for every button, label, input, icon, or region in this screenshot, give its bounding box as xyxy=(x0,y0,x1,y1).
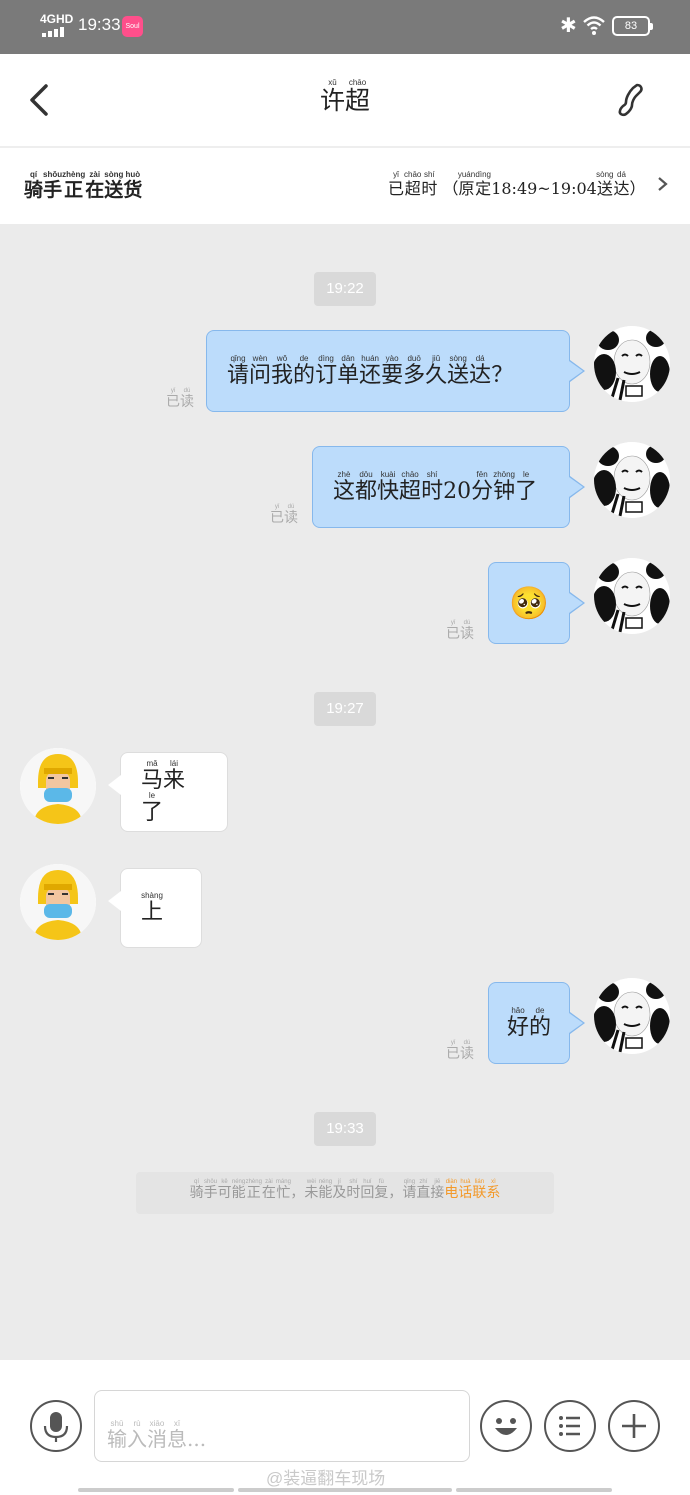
panda-meme-icon xyxy=(594,442,670,518)
clock: 19:33 xyxy=(78,15,121,34)
status-bar: 4GHD 19:33 Soul ✱ 83 xyxy=(0,0,690,54)
read-receipt: 已yǐ读dú xyxy=(166,388,194,410)
message-text: 马mǎ来lái了le xyxy=(141,758,186,825)
my-avatar[interactable] xyxy=(594,326,670,402)
message-bubble[interactable]: 请qǐng问wèn我wǒ的de订dìng单dān还huán要yào多duō久ji… xyxy=(206,330,585,412)
bluetooth-icon: ✱ xyxy=(560,15,577,37)
system-notice: 骑qí手shǒu可kě能néng正zhèng在zài忙máng，未wèi能nén… xyxy=(136,1172,554,1214)
my-avatar[interactable] xyxy=(594,558,670,634)
input-bar: 输shū入rù消xiāo息xī... @装逼翻车现场 xyxy=(0,1360,690,1495)
rider-avatar[interactable] xyxy=(20,864,96,940)
order-status-bar[interactable]: 骑qí手shǒu正zhèng在zài送sòng货huò 已yǐ超chāo时shí… xyxy=(0,148,690,224)
panda-meme-icon xyxy=(594,326,670,402)
chat-area[interactable]: 19:22 已yǐ读dú 请qǐng问wèn我wǒ的de订dìng单dān还hu… xyxy=(0,224,690,1360)
chevron-right-icon[interactable] xyxy=(656,176,670,192)
order-eta: 已yǐ超chāo时shí （原yuán定dìng18:49~19:04送sòng… xyxy=(388,170,646,198)
microphone-icon xyxy=(43,1412,69,1442)
rider-icon xyxy=(20,748,96,824)
read-receipt: 已yǐ读dú xyxy=(270,504,298,526)
voice-button[interactable] xyxy=(30,1400,82,1452)
panda-meme-icon xyxy=(594,558,670,634)
my-avatar[interactable] xyxy=(594,978,670,1054)
wifi-icon xyxy=(583,16,605,35)
timestamp: 19:22 xyxy=(314,272,376,306)
order-status: 骑qí手shǒu正zhèng在zài送sòng货huò xyxy=(24,170,143,201)
chat-header: 许超 许xǔ超chāo xyxy=(0,54,690,146)
message-text: 上shàng xyxy=(141,890,164,925)
message-bubble[interactable]: 这zhè都dōu快kuài超chāo时shí20分fēn钟zhōng了le xyxy=(312,446,585,528)
nav-indicator xyxy=(78,1488,234,1492)
message-bubble[interactable]: 上shàng xyxy=(108,868,202,948)
panda-meme-icon xyxy=(594,978,670,1054)
message-text: 这zhè都dōu快kuài超chāo时shí20分fēn钟zhōng了le xyxy=(333,469,538,504)
pinyin: chāo xyxy=(345,78,371,87)
message-text: 请qǐng问wèn我wǒ的de订dìng单dān还huán要yào多duō久ji… xyxy=(227,353,514,388)
message-input[interactable]: 输shū入rù消xiāo息xī... xyxy=(94,1390,470,1462)
rider-icon xyxy=(20,864,96,940)
plus-icon xyxy=(622,1414,646,1438)
nav-indicator xyxy=(456,1488,612,1492)
smiley-icon xyxy=(495,1418,517,1435)
emoji-button[interactable] xyxy=(480,1400,532,1452)
pleading-face-icon: 🥺 xyxy=(509,584,549,622)
call-link[interactable]: 电diàn话huà联lián系xì xyxy=(444,1179,500,1201)
list-icon xyxy=(559,1416,580,1436)
contact-name: 许超 许xǔ超chāo xyxy=(319,78,371,115)
timestamp: 19:27 xyxy=(314,692,376,726)
message-text: 好hǎo的de xyxy=(506,1005,552,1040)
nav-indicator xyxy=(238,1488,452,1492)
read-receipt: 已yǐ读dú xyxy=(446,620,474,642)
more-button[interactable] xyxy=(608,1400,660,1452)
app-notification-icon: Soul xyxy=(122,16,143,37)
read-receipt: 已yǐ读dú xyxy=(446,1040,474,1062)
message-bubble[interactable]: 好hǎo的de xyxy=(488,982,585,1064)
system-notice-text: 骑qí手shǒu可kě能néng正zhèng在zài忙máng，未wèi能nén… xyxy=(189,1179,445,1201)
network-indicator: 4GHD xyxy=(40,12,74,26)
quick-reply-button[interactable] xyxy=(544,1400,596,1452)
watermark: @装逼翻车现场 xyxy=(266,1469,386,1488)
pinyin: xǔ xyxy=(319,78,345,87)
input-placeholder: 输shū入rù消xiāo息xī... xyxy=(107,1419,207,1451)
my-avatar[interactable] xyxy=(594,442,670,518)
phone-icon[interactable] xyxy=(610,80,650,120)
message-bubble[interactable]: 马mǎ来lái了le xyxy=(108,752,228,832)
battery-icon: 83 xyxy=(612,16,653,36)
signal-icon xyxy=(42,27,70,37)
message-bubble[interactable]: 🥺 xyxy=(488,562,585,644)
timestamp: 19:33 xyxy=(314,1112,376,1146)
rider-avatar[interactable] xyxy=(20,748,96,824)
